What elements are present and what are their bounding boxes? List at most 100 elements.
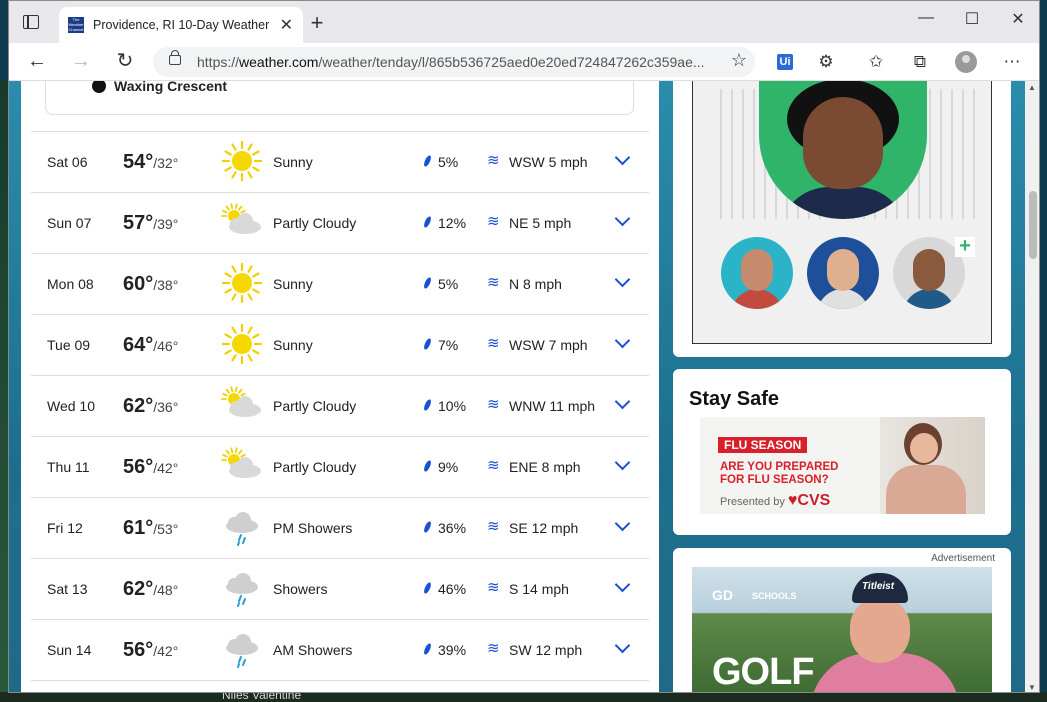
- chevron-down-icon[interactable]: [614, 576, 631, 593]
- wind-value: WSW 5 mph: [509, 154, 588, 170]
- more-menu-icon[interactable]: ⋯: [1001, 51, 1023, 73]
- forecast-day: Sat 13: [47, 581, 88, 597]
- browser-toolbar: ← → ↻ https://weather.com/weather/tenday…: [9, 43, 1039, 81]
- chevron-down-icon[interactable]: [614, 271, 631, 288]
- minimize-icon[interactable]: —: [903, 9, 949, 27]
- forecast-row[interactable]: Tue 09 64°/46° Sunny 7% ≋ WSW 7 mph: [31, 314, 649, 375]
- sun-icon: [221, 262, 263, 304]
- condition-label: Partly Cloudy: [273, 215, 357, 231]
- high-temp: 62°: [123, 578, 154, 600]
- add-plus-icon: +: [955, 236, 975, 257]
- rain-cloud-icon: [221, 567, 263, 609]
- scroll-up-arrow-icon[interactable]: ▲: [1028, 83, 1036, 92]
- profile-avatar-icon[interactable]: [955, 51, 977, 73]
- raindrop-icon: [422, 459, 433, 473]
- condition-label: Partly Cloudy: [273, 398, 357, 414]
- advertisement-label: Advertisement: [931, 553, 995, 564]
- back-arrow-icon[interactable]: ←: [23, 49, 51, 73]
- chevron-down-icon[interactable]: [614, 393, 631, 410]
- raindrop-icon: [422, 215, 433, 229]
- chevron-down-icon[interactable]: [614, 149, 631, 166]
- wind-icon: ≋: [487, 457, 500, 474]
- raindrop-icon: [422, 276, 433, 290]
- wind-value: ENE 8 mph: [509, 459, 581, 475]
- address-bar[interactable]: https://weather.com/weather/tenday/l/865…: [153, 47, 755, 77]
- wind-value: NE 5 mph: [509, 215, 572, 231]
- low-temp: /42°: [153, 643, 179, 659]
- forecast-day: Mon 08: [47, 276, 94, 292]
- wind-value: WSW 7 mph: [509, 337, 588, 353]
- wind-icon: ≋: [487, 640, 500, 657]
- weather-channel-favicon-icon: The Weather Channel: [68, 17, 84, 33]
- precip-chance: 5%: [438, 276, 459, 292]
- sneezing-person-image: [880, 417, 985, 514]
- chevron-down-icon[interactable]: [614, 332, 631, 349]
- golf-schools-ad[interactable]: GD SCHOOLS Titleist GOLF: [692, 567, 992, 692]
- tab-actions-icon[interactable]: [23, 15, 39, 29]
- precip-chance: 39%: [438, 642, 467, 658]
- tab-title: Providence, RI 10-Day Weather F: [93, 18, 273, 32]
- forecast-row[interactable]: Sun 14 56°/42° AM Showers 39% ≋ SW 12 mp…: [31, 619, 649, 680]
- low-temp: /39°: [153, 216, 179, 232]
- forecast-row[interactable]: Thu 11 56°/42° Partly Cloudy 9% ≋ ENE 8 …: [31, 436, 649, 497]
- ten-day-forecast-panel: Waxing Crescent Sat 06 54°/32° Sunny 5% …: [21, 81, 659, 692]
- high-temp: 62°: [123, 395, 154, 417]
- wind-icon: ≋: [487, 152, 500, 169]
- favorites-icon[interactable]: ✩: [865, 51, 887, 73]
- low-temp: /48°: [153, 582, 179, 598]
- add-favorite-star-icon[interactable]: ☆: [731, 50, 747, 71]
- chevron-down-icon[interactable]: [614, 210, 631, 227]
- scroll-down-arrow-icon[interactable]: ▼: [1028, 683, 1036, 692]
- high-temp: 56°: [123, 639, 154, 661]
- ad-card-avatars[interactable]: +: [673, 81, 1011, 357]
- extensions-puzzle-icon[interactable]: ⚙: [815, 51, 837, 73]
- forecast-temps: 61°/53°: [123, 517, 178, 540]
- forecast-row[interactable]: Sat 06 54°/32° Sunny 5% ≋ WSW 5 mph: [31, 131, 649, 192]
- low-temp: /46°: [153, 338, 179, 354]
- chevron-down-icon[interactable]: [614, 515, 631, 532]
- forward-arrow-icon[interactable]: →: [67, 49, 95, 73]
- new-tab-plus-icon[interactable]: +: [305, 10, 329, 36]
- condition-label: Sunny: [273, 276, 313, 292]
- raindrop-icon: [422, 642, 433, 656]
- high-temp: 54°: [123, 151, 154, 173]
- forecast-row[interactable]: Mon 08 60°/38° Sunny 5% ≋ N 8 mph: [31, 253, 649, 314]
- close-window-icon[interactable]: ✕: [995, 9, 1039, 29]
- refresh-icon[interactable]: ↻: [111, 49, 139, 73]
- maximize-icon[interactable]: ☐: [949, 9, 995, 29]
- row-divider: [31, 680, 649, 682]
- forecast-row[interactable]: Sat 13 62°/48° Showers 46% ≋ S 14 mph: [31, 558, 649, 619]
- desktop-taskbar-strip: [0, 692, 1047, 702]
- forecast-temps: 57°/39°: [123, 212, 178, 235]
- wind-icon: ≋: [487, 396, 500, 413]
- chevron-down-icon[interactable]: [614, 454, 631, 471]
- precip-chance: 36%: [438, 520, 467, 536]
- page-content: Waxing Crescent Sat 06 54°/32° Sunny 5% …: [9, 81, 1025, 692]
- forecast-temps: 62°/48°: [123, 578, 178, 601]
- wind-value: WNW 11 mph: [509, 398, 596, 414]
- wind-value: SW 12 mph: [509, 642, 583, 658]
- flu-question: ARE YOU PREPARED FOR FLU SEASON?: [720, 461, 839, 486]
- forecast-temps: 56°/42°: [123, 639, 178, 662]
- scrollbar-thumb[interactable]: [1029, 191, 1037, 259]
- lock-icon[interactable]: [169, 50, 181, 65]
- titleist-cap-logo: Titleist: [862, 581, 895, 592]
- raindrop-icon: [422, 520, 433, 534]
- tab-weather[interactable]: The Weather Channel Providence, RI 10-Da…: [59, 7, 303, 43]
- url-text[interactable]: https://weather.com/weather/tenday/l/865…: [197, 54, 717, 70]
- wind-icon: ≋: [487, 274, 500, 291]
- raindrop-icon: [422, 154, 433, 168]
- flu-season-ad[interactable]: FLU SEASON ARE YOU PREPARED FOR FLU SEAS…: [700, 417, 985, 514]
- sun-icon: [221, 140, 263, 182]
- ui-extension-icon[interactable]: Ui: [777, 54, 793, 70]
- forecast-row[interactable]: Sun 07 57°/39° Partly Cloudy 12% ≋ NE 5 …: [31, 192, 649, 253]
- tab-close-icon[interactable]: ✕: [280, 15, 293, 35]
- page-scrollbar[interactable]: ▲ ▼: [1025, 81, 1039, 692]
- forecast-row[interactable]: Fri 12 61°/53° PM Showers 36% ≋ SE 12 mp…: [31, 497, 649, 558]
- chevron-down-icon[interactable]: [614, 637, 631, 654]
- collections-icon[interactable]: ⧉: [909, 51, 931, 73]
- forecast-day: Sun 14: [47, 642, 92, 658]
- condition-label: Showers: [273, 581, 328, 597]
- forecast-row[interactable]: Wed 10 62°/36° Partly Cloudy 10% ≋ WNW 1…: [31, 375, 649, 436]
- partly-cloudy-icon: [221, 384, 263, 426]
